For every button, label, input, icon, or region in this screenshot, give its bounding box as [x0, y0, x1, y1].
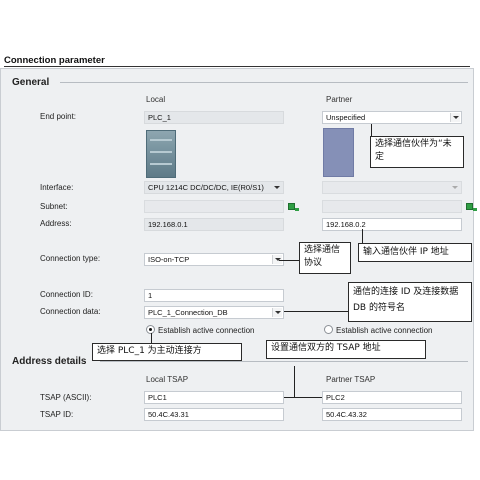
column-partner-header: Partner: [326, 95, 353, 104]
annotation-leader: [151, 333, 152, 343]
tsap-id-local-field[interactable]: 50.4C.43.31: [144, 408, 284, 421]
network-status-icon: [288, 203, 299, 211]
chevron-down-icon[interactable]: [272, 183, 282, 192]
annotation-leader: [371, 124, 372, 136]
end-point-label: End point:: [40, 112, 77, 121]
connection-id-field[interactable]: 1: [144, 289, 284, 302]
annotation-partner-ip: 输入通信伙伴 IP 地址: [358, 243, 472, 262]
network-status-icon: [466, 203, 477, 211]
interface-partner-select[interactable]: [322, 181, 462, 194]
end-point-local-field[interactable]: PLC_1: [144, 111, 284, 124]
interface-local-value: CPU 1214C DC/DC/DC, IE(R0/S1): [148, 183, 264, 192]
annotation-tsap-address: 设置通信双方的 TSAP 地址: [266, 340, 426, 359]
column-local-header: Local: [146, 95, 166, 104]
annotation-active-connection: 选择 PLC_1 为主动连接方: [92, 343, 242, 361]
connection-data-select[interactable]: PLC_1_Connection_DB: [144, 306, 284, 319]
title-underline: [4, 66, 470, 67]
connection-type-value: ISO-on-TCP: [148, 255, 190, 264]
section-general-title: General: [12, 77, 50, 88]
address-local-field[interactable]: 192.168.0.1: [144, 218, 284, 231]
connection-id-label: Connection ID:: [40, 290, 93, 299]
connection-type-label: Connection type:: [40, 254, 101, 263]
plc-device-image: [146, 130, 176, 178]
address-partner-field[interactable]: 192.168.0.2: [322, 218, 462, 231]
section-address-details-divider: [100, 361, 468, 362]
bottom-margin: [0, 431, 480, 480]
partner-device-image: [323, 128, 354, 177]
subnet-label: Subnet:: [40, 202, 68, 211]
end-point-partner-value: Unspecified: [326, 113, 366, 122]
top-margin: [0, 0, 480, 46]
annotation-leader: [362, 229, 363, 243]
column-local-tsap-header: Local TSAP: [146, 375, 189, 384]
chevron-down-icon[interactable]: [450, 113, 460, 122]
tsap-ascii-partner-field[interactable]: PLC2: [322, 391, 462, 404]
establish-active-local-label: Establish active connection: [158, 326, 255, 335]
tsap-ascii-label: TSAP (ASCII):: [40, 393, 92, 402]
connection-data-label: Connection data:: [40, 307, 101, 316]
interface-local-select[interactable]: CPU 1214C DC/DC/DC, IE(R0/S1): [144, 181, 284, 194]
interface-label: Interface:: [40, 183, 74, 192]
section-address-details-title: Address details: [12, 356, 87, 367]
annotation-leader: [294, 366, 295, 398]
chevron-down-icon[interactable]: [450, 183, 460, 192]
establish-active-partner-label: Establish active connection: [336, 326, 433, 335]
annotation-partner-unspecified: 选择通信伙伴为“未定: [370, 136, 464, 168]
connection-type-select[interactable]: ISO-on-TCP: [144, 253, 284, 266]
annotation-select-protocol: 选择通信协议: [299, 242, 351, 274]
annotation-leader: [284, 311, 348, 312]
annotation-connection-id-db: 通信的连接 ID 及连接数据 DB 的符号名: [348, 282, 472, 322]
annotation-leader: [279, 260, 299, 261]
column-partner-tsap-header: Partner TSAP: [326, 375, 376, 384]
chevron-down-icon[interactable]: [272, 308, 282, 317]
end-point-partner-select[interactable]: Unspecified: [322, 111, 462, 124]
section-general-divider: [60, 82, 468, 83]
connection-data-value: PLC_1_Connection_DB: [148, 308, 228, 317]
annotation-leader: [284, 397, 322, 398]
subnet-local-field[interactable]: [144, 200, 284, 213]
subnet-partner-field[interactable]: [322, 200, 462, 213]
page-title: Connection parameter: [4, 55, 105, 66]
tsap-ascii-local-field[interactable]: PLC1: [144, 391, 284, 404]
tsap-id-partner-field[interactable]: 50.4C.43.32: [322, 408, 462, 421]
establish-active-partner-radio[interactable]: [324, 325, 333, 334]
address-label: Address:: [40, 219, 72, 228]
tsap-id-label: TSAP ID:: [40, 410, 74, 419]
